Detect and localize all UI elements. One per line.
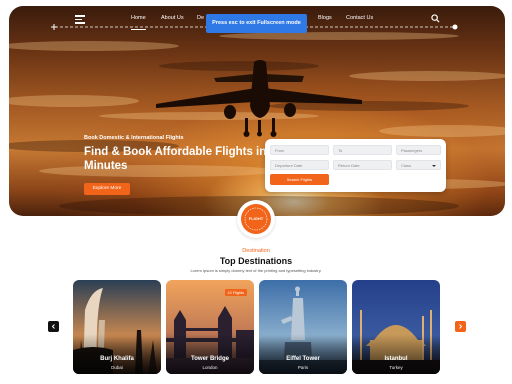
destination-place: Paris (297, 364, 309, 370)
badge-circle: FLIGHT (241, 204, 271, 234)
hero-title: Find & Book Affordable Flights in Minute… (84, 146, 267, 172)
flights-count-tag: 10 Flights (224, 289, 247, 296)
flight-search-form: From To Passengers Departure Date Return… (265, 139, 446, 192)
chevron-left-icon (51, 324, 55, 329)
to-field[interactable]: To (333, 145, 392, 155)
destination-name: Eiffel Tower (286, 356, 320, 362)
destination-card-istanbul[interactable]: Istanbul Turkey (352, 280, 440, 374)
carousel-prev-button[interactable] (48, 321, 59, 332)
page: Home About Us De Blogs Contact Us Book D… (0, 0, 512, 384)
section-label: Destination (242, 248, 270, 254)
nav-link-destinations[interactable]: De (197, 15, 204, 21)
hero-banner: Home About Us De Blogs Contact Us Book D… (9, 6, 505, 216)
nav-link-about[interactable]: About Us (161, 15, 184, 21)
section-title: Top Destinations (219, 256, 293, 266)
passengers-field[interactable]: Passengers (396, 145, 441, 155)
carousel-next-button[interactable] (455, 321, 466, 332)
class-select[interactable]: Class (396, 160, 441, 170)
destination-name: Tower Bridge (191, 356, 229, 362)
nav-link-contact[interactable]: Contact Us (346, 15, 373, 21)
destination-card-paris[interactable]: Eiffel Tower Paris (259, 280, 347, 374)
destination-card-dubai[interactable]: Burj Khalifa Dubai (73, 280, 161, 374)
badge-text: FLIGHT (248, 216, 264, 221)
from-field[interactable]: From (270, 145, 329, 155)
destination-name: Istanbul (384, 356, 408, 362)
destination-card-london[interactable]: 10 Flights Tower Bridge London (166, 280, 254, 374)
destination-place: Dubai (111, 364, 123, 370)
nav-link-blogs[interactable]: Blogs (318, 15, 332, 21)
airplane-icon (156, 60, 362, 137)
departure-date-field[interactable]: Departure Date (270, 160, 329, 170)
nav-link-home[interactable]: Home (131, 15, 146, 30)
fullscreen-notice: Press esc to exit Fullscreen mode (206, 14, 307, 33)
search-flights-button[interactable]: Search Flights (270, 174, 329, 185)
destination-place: London (202, 364, 218, 370)
destination-place: Turkey (389, 364, 403, 370)
chevron-right-icon (459, 324, 463, 329)
explore-more-button[interactable]: Explore More (84, 183, 130, 195)
section-description: Lorem Ipsum is simply dummy text of the … (190, 268, 322, 273)
hero-subtitle: Book Domestic & International Flights (84, 135, 184, 141)
flight-badge: FLIGHT (237, 200, 275, 238)
destination-name: Burj Khalifa (100, 356, 134, 362)
return-date-field[interactable]: Return Date (333, 160, 392, 170)
